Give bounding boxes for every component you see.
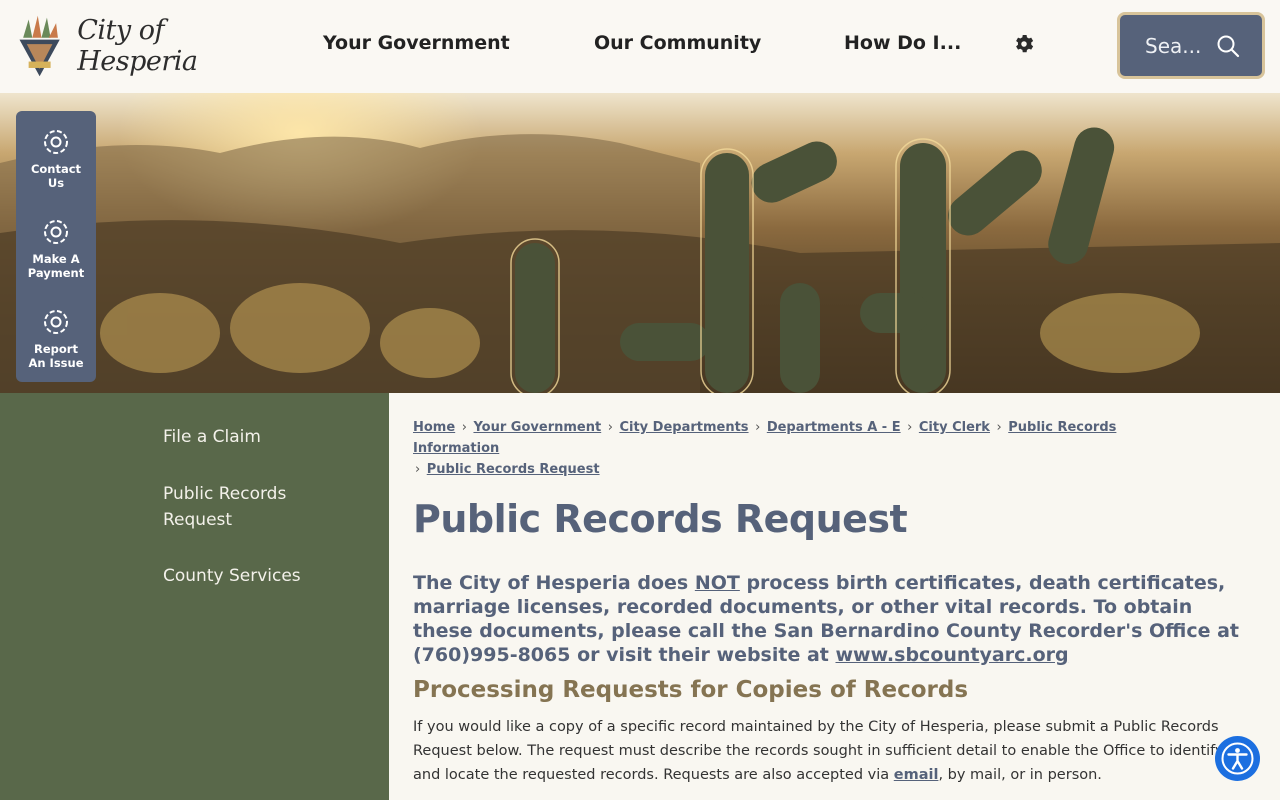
- breadcrumb-your-government[interactable]: Your Government: [473, 420, 601, 435]
- sidebar-item-county-services[interactable]: County Services: [163, 563, 301, 589]
- breadcrumb-home[interactable]: Home: [413, 420, 455, 435]
- breadcrumb-separator: ›: [907, 420, 913, 435]
- vital-records-notice: The City of Hesperia does NOT process bi…: [413, 571, 1248, 667]
- gear-icon: [44, 310, 68, 334]
- accessibility-button[interactable]: [1215, 736, 1260, 781]
- sidebar-nav: File a Claim Public Records Request Coun…: [0, 393, 389, 800]
- body-text: If you would like a copy of a specific r…: [413, 719, 1224, 783]
- body-text: , by mail, or in person.: [938, 767, 1102, 783]
- email-link[interactable]: email: [894, 767, 939, 783]
- quick-link-label: Report: [34, 342, 78, 356]
- breadcrumb-separator: ›: [461, 420, 467, 435]
- accessibility-icon: [1221, 742, 1254, 775]
- search-icon[interactable]: [1216, 34, 1240, 58]
- logo-text: City of Hesperia: [77, 15, 198, 77]
- city-logo[interactable]: City of Hesperia: [14, 10, 274, 82]
- gear-icon: [44, 130, 68, 154]
- section-heading: Processing Requests for Copies of Record…: [413, 677, 969, 703]
- gear-icon[interactable]: [1013, 33, 1035, 55]
- nav-how-do-i[interactable]: How Do I...: [844, 32, 961, 54]
- quick-link-label: Us: [47, 176, 65, 190]
- notice-not-emphasis: NOT: [694, 572, 740, 594]
- processing-requests-paragraph: If you would like a copy of a specific r…: [413, 715, 1248, 787]
- sidebar-item-label: Request: [163, 510, 233, 530]
- quick-link-make-a-payment[interactable]: Make A Payment: [16, 216, 96, 280]
- sbcountyarc-link[interactable]: www.sbcountyarc.org: [835, 644, 1068, 666]
- breadcrumb-departments-a-e[interactable]: Departments A - E: [767, 420, 901, 435]
- breadcrumb-separator: ›: [755, 420, 761, 435]
- breadcrumb-separator: ›: [996, 420, 1002, 435]
- nav-your-government[interactable]: Your Government: [323, 32, 510, 54]
- breadcrumb-public-records-request[interactable]: Public Records Request: [427, 462, 600, 477]
- breadcrumb-city-clerk[interactable]: City Clerk: [919, 420, 990, 435]
- gear-icon: [44, 220, 68, 244]
- cactus-landscape-image: [0, 127, 1280, 393]
- quick-links-panel: Contact Us Make A Payment Report An Issu…: [16, 111, 96, 382]
- nav-our-community[interactable]: Our Community: [594, 32, 761, 54]
- breadcrumb-separator: ›: [607, 420, 613, 435]
- quick-link-label: An Issue: [28, 356, 84, 370]
- sidebar-item-public-records-request[interactable]: Public Records Request: [163, 481, 286, 533]
- breadcrumb: Home › Your Government › City Department…: [413, 417, 1133, 480]
- quick-link-label: Payment: [27, 266, 85, 280]
- quick-link-label: Contact: [30, 162, 82, 176]
- quick-link-contact-us[interactable]: Contact Us: [16, 126, 96, 190]
- quick-link-label: Make A: [32, 252, 80, 266]
- sidebar-item-file-a-claim[interactable]: File a Claim: [163, 424, 261, 450]
- notice-text: The City of Hesperia does: [413, 572, 695, 594]
- search-input[interactable]: Sea...: [1145, 34, 1201, 58]
- quick-link-report-an-issue[interactable]: Report An Issue: [16, 306, 96, 370]
- main-content: Home › Your Government › City Department…: [389, 393, 1280, 800]
- hero-banner-image: [0, 93, 1280, 393]
- sidebar-item-label: Public Records: [163, 484, 287, 504]
- page-title: Public Records Request: [413, 497, 908, 541]
- site-header: City of Hesperia Your Government Our Com…: [0, 0, 1280, 93]
- sidebar-item-label: County Services: [163, 566, 301, 586]
- breadcrumb-separator: ›: [415, 462, 421, 477]
- city-seal-icon: [19, 15, 60, 77]
- sidebar-item-label: File a Claim: [163, 427, 261, 447]
- breadcrumb-city-departments[interactable]: City Departments: [619, 420, 748, 435]
- search-box[interactable]: Sea...: [1117, 12, 1265, 79]
